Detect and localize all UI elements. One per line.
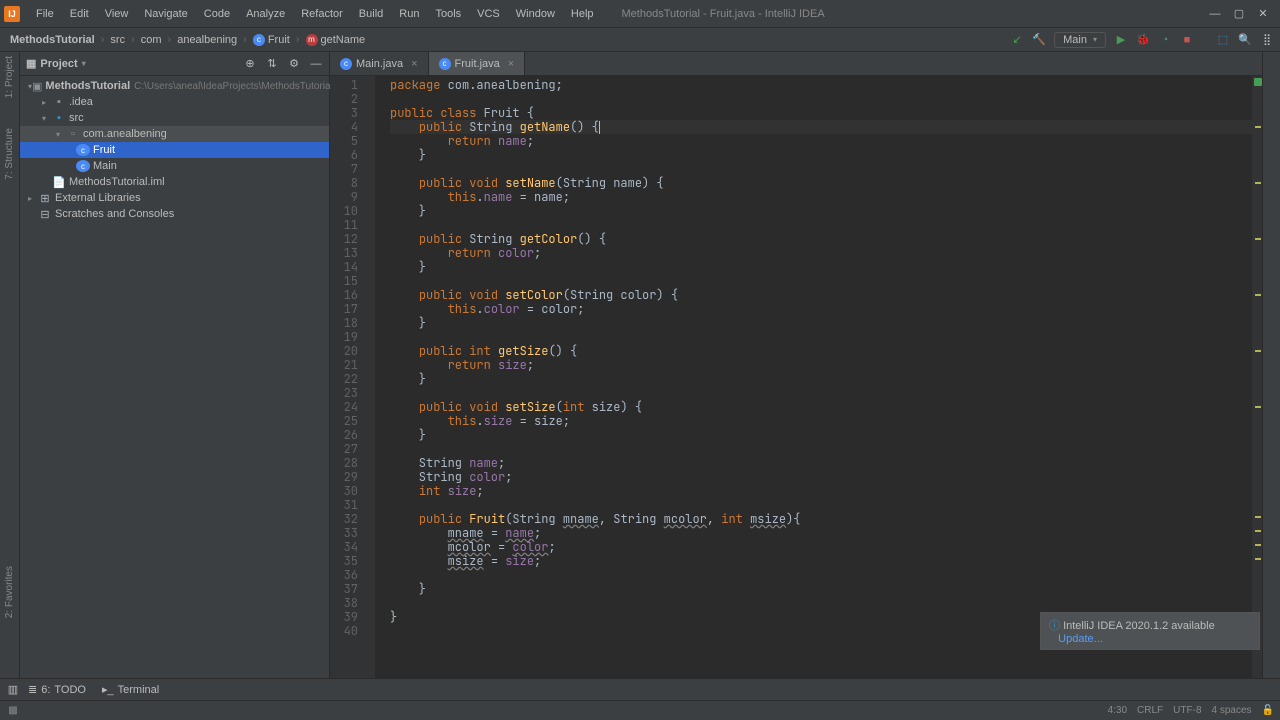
cursor-position[interactable]: 4:30 — [1108, 705, 1127, 716]
tree-iml-file[interactable]: 📄MethodsTutorial.iml — [20, 174, 329, 190]
menu-code[interactable]: Code — [196, 8, 238, 20]
window-title: MethodsTutorial - Fruit.java - IntelliJ … — [602, 8, 1208, 20]
notification-title: IntelliJ IDEA 2020.1.2 available — [1063, 620, 1215, 632]
right-toolwindow-stripe — [1262, 52, 1280, 678]
menu-tools[interactable]: Tools — [427, 8, 469, 20]
tree-fruit-class[interactable]: cFruit — [20, 142, 329, 158]
tree-idea-folder[interactable]: ▸▪.idea — [20, 94, 329, 110]
sidetab-favorites[interactable]: 2: Favorites — [4, 566, 15, 618]
settings-icon[interactable]: ⣿ — [1260, 33, 1274, 47]
error-stripe[interactable] — [1252, 76, 1262, 678]
menu-help[interactable]: Help — [563, 8, 602, 20]
menu-window[interactable]: Window — [508, 8, 563, 20]
debug-button[interactable]: 🐞 — [1136, 33, 1150, 47]
menu-build[interactable]: Build — [351, 8, 391, 20]
tab-fruit[interactable]: cFruit.java× — [429, 52, 526, 75]
bc-method[interactable]: mgetName — [302, 34, 370, 46]
editor-tabs: cMain.java× cFruit.java× — [330, 52, 1262, 76]
navigation-bar: MethodsTutorial › src › com › anealbenin… — [0, 28, 1280, 52]
toolwindow-toggle-icon[interactable]: ▥ — [6, 683, 20, 697]
bc-pkg[interactable]: anealbening — [173, 34, 241, 46]
tab-main[interactable]: cMain.java× — [330, 52, 429, 75]
build-hammer-icon[interactable]: 🔨 — [1032, 33, 1046, 47]
run-config-selector[interactable]: Main▾ — [1054, 32, 1106, 48]
editor-area: cMain.java× cFruit.java× 123456789101112… — [330, 52, 1262, 678]
expand-all-icon[interactable]: ⇅ — [265, 57, 279, 71]
menu-view[interactable]: View — [97, 8, 137, 20]
search-everywhere-icon[interactable]: 🔍 — [1238, 33, 1252, 47]
tree-main-class[interactable]: cMain — [20, 158, 329, 174]
menu-refactor[interactable]: Refactor — [293, 8, 351, 20]
menu-edit[interactable]: Edit — [62, 8, 97, 20]
app-icon: IJ — [4, 6, 20, 22]
tree-external-libraries[interactable]: ▸⊞External Libraries — [20, 190, 329, 206]
code-editor[interactable]: 1234567891011121314151617181920212223242… — [330, 76, 1262, 678]
title-menubar: IJ File Edit View Navigate Code Analyze … — [0, 0, 1280, 28]
bc-class[interactable]: cFruit — [249, 34, 294, 46]
line-separator[interactable]: CRLF — [1137, 705, 1163, 716]
fold-gutter[interactable] — [364, 76, 376, 678]
bc-project[interactable]: MethodsTutorial — [6, 34, 99, 46]
status-bar: ▩ 4:30 CRLF UTF-8 4 spaces 🔓 — [0, 700, 1280, 720]
project-tree[interactable]: ▾▣ MethodsTutorial C:\Users\aneal\IdeaPr… — [20, 76, 329, 224]
coverage-button[interactable]: ◔ — [1158, 33, 1172, 47]
update-link[interactable]: Update... — [1058, 633, 1103, 645]
menu-vcs[interactable]: VCS — [469, 8, 508, 20]
tree-project-root[interactable]: ▾▣ MethodsTutorial C:\Users\aneal\IdeaPr… — [20, 78, 329, 94]
hide-panel-icon[interactable]: — — [309, 57, 323, 71]
bc-src[interactable]: src — [106, 34, 129, 46]
project-panel-title[interactable]: ▦Project▾ — [26, 57, 86, 70]
bc-com[interactable]: com — [137, 34, 166, 46]
tree-scratches[interactable]: ⊟Scratches and Consoles — [20, 206, 329, 222]
sync-icon[interactable]: ↙ — [1010, 33, 1024, 47]
readonly-lock-icon[interactable]: 🔓 — [1262, 705, 1274, 716]
statusbar-tool-icon[interactable]: ▩ — [6, 704, 20, 718]
menu-run[interactable]: Run — [391, 8, 427, 20]
line-number-gutter: 1234567891011121314151617181920212223242… — [330, 76, 364, 678]
left-toolwindow-stripe: 1: Project 7: Structure 2: Favorites — [0, 52, 20, 678]
menu-navigate[interactable]: Navigate — [136, 8, 195, 20]
update-notification[interactable]: ⓘ IntelliJ IDEA 2020.1.2 available Updat… — [1040, 612, 1260, 650]
maximize-button[interactable]: ▢ — [1232, 7, 1246, 21]
settings-gear-icon[interactable]: ⚙ — [287, 57, 301, 71]
info-icon: ⓘ — [1049, 620, 1060, 632]
terminal-tab[interactable]: ▸_Terminal — [94, 683, 167, 696]
tree-package[interactable]: ▾▫com.anealbening — [20, 126, 329, 142]
sidetab-project[interactable]: 1: Project — [4, 56, 15, 98]
sidetab-structure[interactable]: 7: Structure — [4, 128, 15, 180]
project-tool-window: ▦Project▾ ⊕ ⇅ ⚙ — ▾▣ MethodsTutorial C:\… — [20, 52, 330, 678]
menu-file[interactable]: File — [28, 8, 62, 20]
bottom-toolwindow-bar: ▥ ≣6: TODO ▸_Terminal — [0, 678, 1280, 700]
vcs-update-icon[interactable]: ⬚ — [1216, 33, 1230, 47]
minimize-button[interactable]: — — [1208, 7, 1222, 21]
close-tab-icon[interactable]: × — [508, 58, 514, 70]
todo-tab[interactable]: ≣6: TODO — [20, 683, 94, 696]
close-tab-icon[interactable]: × — [411, 58, 417, 70]
locate-file-icon[interactable]: ⊕ — [243, 57, 257, 71]
close-button[interactable]: ✕ — [1256, 7, 1270, 21]
menu-analyze[interactable]: Analyze — [238, 8, 293, 20]
indent-info[interactable]: 4 spaces — [1212, 705, 1252, 716]
file-encoding[interactable]: UTF-8 — [1173, 705, 1201, 716]
tree-src-folder[interactable]: ▾▪src — [20, 110, 329, 126]
analysis-ok-icon — [1254, 78, 1262, 86]
run-button[interactable]: ▶ — [1114, 33, 1128, 47]
stop-button[interactable]: ■ — [1180, 33, 1194, 47]
